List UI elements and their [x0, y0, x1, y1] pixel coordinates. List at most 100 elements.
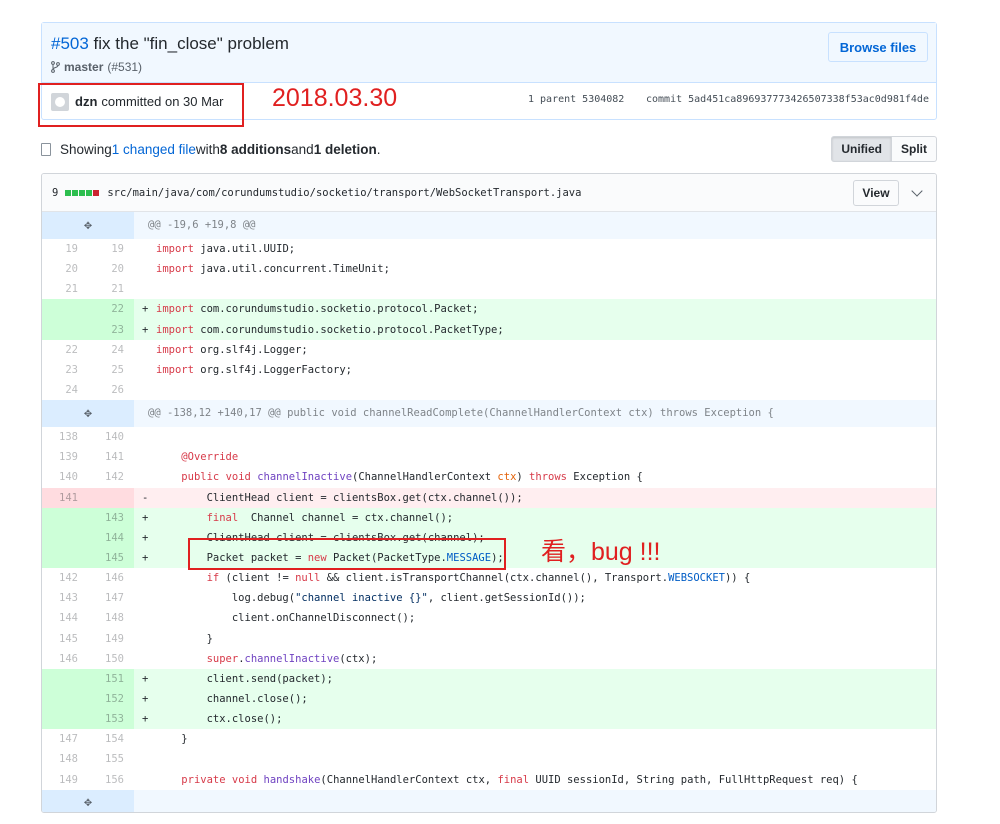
old-line-number[interactable]: 140: [42, 467, 88, 487]
code-line: + ctx.close();: [142, 713, 283, 726]
expand-icon[interactable]: ✥: [42, 400, 134, 428]
context-line: 145 149 }: [42, 629, 936, 649]
new-line-number[interactable]: 24: [88, 340, 134, 360]
code-line: }: [156, 733, 188, 746]
deleted-line: 141 - ClientHead client = clientsBox.get(…: [42, 487, 936, 508]
context-line: 147 154 }: [42, 729, 936, 749]
pull-request-link[interactable]: #503: [51, 34, 89, 53]
new-line-number[interactable]: 144: [88, 527, 134, 548]
old-line-number[interactable]: 22: [42, 340, 88, 360]
view-file-button[interactable]: View: [853, 180, 899, 206]
context-line: 24 26: [42, 380, 936, 400]
added-line: 153 + ctx.close();: [42, 709, 936, 730]
new-line-number[interactable]: 145: [88, 547, 134, 569]
browse-files-button[interactable]: Browse files: [828, 32, 928, 62]
old-line-number[interactable]: 20: [42, 259, 88, 279]
branch-name[interactable]: master: [64, 60, 103, 74]
old-line-number[interactable]: [42, 688, 88, 710]
added-line: 151 + client.send(packet);: [42, 668, 936, 689]
old-line-number[interactable]: [42, 709, 88, 730]
context-line: 144 148 client.onChannelDisconnect();: [42, 608, 936, 628]
old-line-number[interactable]: 19: [42, 239, 88, 259]
code-line: @Override: [181, 451, 239, 464]
old-line-number[interactable]: 23: [42, 360, 88, 380]
code-line: + channel.close();: [142, 692, 308, 705]
old-line-number[interactable]: 143: [42, 588, 88, 608]
unified-button[interactable]: Unified: [831, 136, 892, 162]
chevron-down-icon[interactable]: [911, 185, 923, 197]
additions-count: 8 additions: [219, 141, 292, 157]
old-line-number[interactable]: 144: [42, 608, 88, 628]
new-line-number[interactable]: [88, 487, 134, 508]
new-line-number[interactable]: 149: [88, 629, 134, 649]
context-line: 149 156 private void handshake(ChannelHan…: [42, 770, 936, 790]
split-button[interactable]: Split: [892, 136, 937, 162]
context-line: 139 141 @Override: [42, 447, 936, 467]
context-line: 146 150 super.channelInactive(ctx);: [42, 649, 936, 669]
old-line-number[interactable]: [42, 527, 88, 548]
old-line-number[interactable]: [42, 299, 88, 320]
expand-icon[interactable]: ✥: [42, 212, 134, 239]
new-line-number[interactable]: 23: [88, 319, 134, 340]
new-line-number[interactable]: 151: [88, 668, 134, 689]
old-line-number[interactable]: 142: [42, 568, 88, 588]
old-line-number[interactable]: 139: [42, 447, 88, 467]
code-line: log.debug("channel inactive {}", client.…: [156, 592, 586, 605]
new-line-number[interactable]: 150: [88, 649, 134, 669]
new-line-number[interactable]: 141: [88, 447, 134, 467]
hunk-header: ✥ @@ -138,12 +140,17 @@ public void chann…: [42, 400, 936, 428]
new-line-number[interactable]: 21: [88, 279, 134, 299]
code-line: }: [156, 632, 213, 645]
new-line-number[interactable]: 147: [88, 588, 134, 608]
new-line-number[interactable]: 20: [88, 259, 134, 279]
file-header: 9 src/main/java/com/corundumstudio/socke…: [42, 174, 936, 212]
context-line: 19 19 import java.util.UUID;: [42, 239, 936, 259]
commit-title: #503 fix the "fin_close" problem: [51, 33, 926, 55]
new-line-number[interactable]: 19: [88, 239, 134, 259]
hunk-text: [134, 790, 936, 812]
diff-summary: Showing 1 changed file with 8 additions …: [41, 136, 937, 162]
changed-files-link[interactable]: 1 changed file: [112, 142, 196, 157]
new-line-number[interactable]: 153: [88, 709, 134, 730]
new-line-number[interactable]: 142: [88, 467, 134, 487]
old-line-number[interactable]: 149: [42, 770, 88, 790]
commit-sha: commit 5ad451ca896937773426507338f53ac0d…: [646, 94, 929, 105]
new-line-number[interactable]: 146: [88, 568, 134, 588]
new-line-number[interactable]: 25: [88, 360, 134, 380]
new-line-number[interactable]: 156: [88, 770, 134, 790]
commit-message: fix the "fin_close" problem: [88, 34, 289, 53]
old-line-number[interactable]: 148: [42, 749, 88, 769]
branch-ref-link[interactable]: (#531): [107, 60, 142, 74]
git-branch-icon: [51, 61, 60, 73]
old-line-number[interactable]: 147: [42, 729, 88, 749]
old-line-number[interactable]: [42, 668, 88, 689]
new-line-number[interactable]: 152: [88, 688, 134, 710]
new-line-number[interactable]: 155: [88, 749, 134, 769]
new-line-number[interactable]: 143: [88, 507, 134, 528]
old-line-number[interactable]: [42, 507, 88, 528]
old-line-number[interactable]: [42, 547, 88, 569]
period-text: .: [376, 141, 381, 157]
diffstat-block: [79, 189, 86, 196]
new-line-number[interactable]: 26: [88, 380, 134, 400]
old-line-number[interactable]: 141: [42, 487, 88, 508]
old-line-number[interactable]: [42, 319, 88, 340]
new-line-number[interactable]: 22: [88, 299, 134, 320]
old-line-number[interactable]: 138: [42, 427, 88, 447]
change-count: 9: [52, 186, 59, 199]
new-line-number[interactable]: 154: [88, 729, 134, 749]
code-line: import java.util.concurrent.TimeUnit;: [156, 263, 390, 276]
diffstat-block: [65, 189, 72, 196]
expand-icon[interactable]: ✥: [42, 789, 134, 812]
showing-text: Showing: [60, 141, 112, 157]
new-line-number[interactable]: 148: [88, 608, 134, 628]
file-path[interactable]: src/main/java/com/corundumstudio/socketi…: [107, 187, 581, 199]
parent-sha[interactable]: 1 parent 5304082: [528, 94, 624, 105]
new-line-number[interactable]: 140: [88, 427, 134, 447]
old-line-number[interactable]: 21: [42, 279, 88, 299]
old-line-number[interactable]: 146: [42, 649, 88, 669]
old-line-number[interactable]: 24: [42, 380, 88, 400]
old-line-number[interactable]: 145: [42, 629, 88, 649]
